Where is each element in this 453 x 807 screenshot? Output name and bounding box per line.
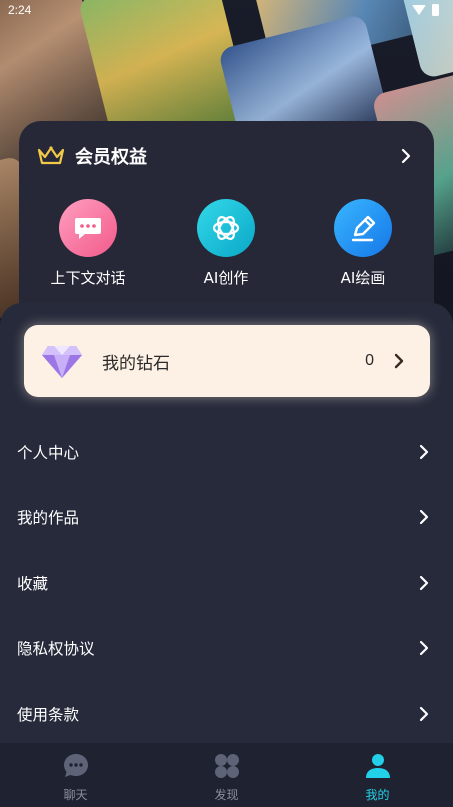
chevron-right-icon	[419, 444, 429, 459]
profile-panel: 我的钻石 0 个人中心 我的作品 收藏 隐私权协议 使用条款	[0, 303, 453, 743]
menu-item-label: 我的作品	[17, 509, 80, 528]
feature-label: 上下文对话	[50, 269, 126, 287]
menu-item-label: 个人中心	[17, 443, 80, 462]
profile-icon	[365, 754, 390, 778]
wifi-icon	[412, 5, 426, 15]
feature-label: AI创作	[203, 269, 249, 287]
feature-context-chat[interactable]: 上下文对话	[28, 199, 148, 288]
menu-item-label: 隐私权协议	[17, 640, 95, 659]
feature-ai-painting[interactable]: AI绘画	[303, 199, 423, 288]
feature-label: AI绘画	[340, 269, 386, 287]
nav-label: 我的	[365, 788, 390, 802]
menu-item-label: 使用条款	[17, 705, 80, 724]
chevron-right-icon	[394, 353, 404, 369]
membership-features: 上下文对话 AI创作 AI绘画	[19, 199, 434, 289]
my-diamonds-card[interactable]: 我的钻石 0	[24, 325, 430, 397]
chevron-right-icon	[419, 641, 429, 656]
membership-title: 会员权益	[75, 147, 147, 168]
pencil-icon	[334, 199, 392, 257]
ai-swirl-icon	[197, 199, 255, 257]
battery-icon	[432, 4, 439, 16]
menu-item-privacy-policy[interactable]: 隐私权协议	[0, 616, 453, 682]
menu-item-terms-of-use[interactable]: 使用条款	[0, 681, 453, 747]
discover-icon	[214, 754, 239, 778]
menu-item-my-works[interactable]: 我的作品	[0, 485, 453, 551]
settings-menu: 个人中心 我的作品 收藏 隐私权协议 使用条款	[0, 419, 453, 747]
chevron-right-icon	[419, 575, 429, 590]
status-time: 2:24	[8, 3, 32, 17]
bottom-nav: 聊天 发现 我的	[0, 743, 453, 807]
chevron-right-icon	[419, 510, 429, 525]
membership-card: 会员权益 上下文对话 AI创作 AI绘画	[19, 121, 434, 321]
chat-icon	[63, 754, 88, 777]
diamond-icon	[42, 346, 82, 378]
diamonds-label: 我的钻石	[102, 353, 170, 374]
nav-label: 发现	[214, 788, 239, 802]
diamonds-count: 0	[365, 352, 374, 369]
menu-item-label: 收藏	[17, 574, 49, 593]
chevron-right-icon	[401, 148, 411, 164]
chat-bubble-icon	[59, 199, 117, 257]
status-bar: 2:24	[0, 0, 453, 22]
nav-tab-chat[interactable]: 聊天	[0, 743, 151, 807]
nav-tab-discover[interactable]: 发现	[151, 743, 302, 807]
nav-tab-mine[interactable]: 我的	[302, 743, 453, 807]
chevron-right-icon	[419, 706, 429, 721]
membership-header[interactable]: 会员权益	[37, 143, 414, 169]
feature-ai-creation[interactable]: AI创作	[166, 199, 286, 288]
menu-item-personal-center[interactable]: 个人中心	[0, 419, 453, 485]
menu-item-favorites[interactable]: 收藏	[0, 550, 453, 616]
crown-icon	[37, 146, 65, 165]
nav-label: 聊天	[63, 788, 88, 802]
